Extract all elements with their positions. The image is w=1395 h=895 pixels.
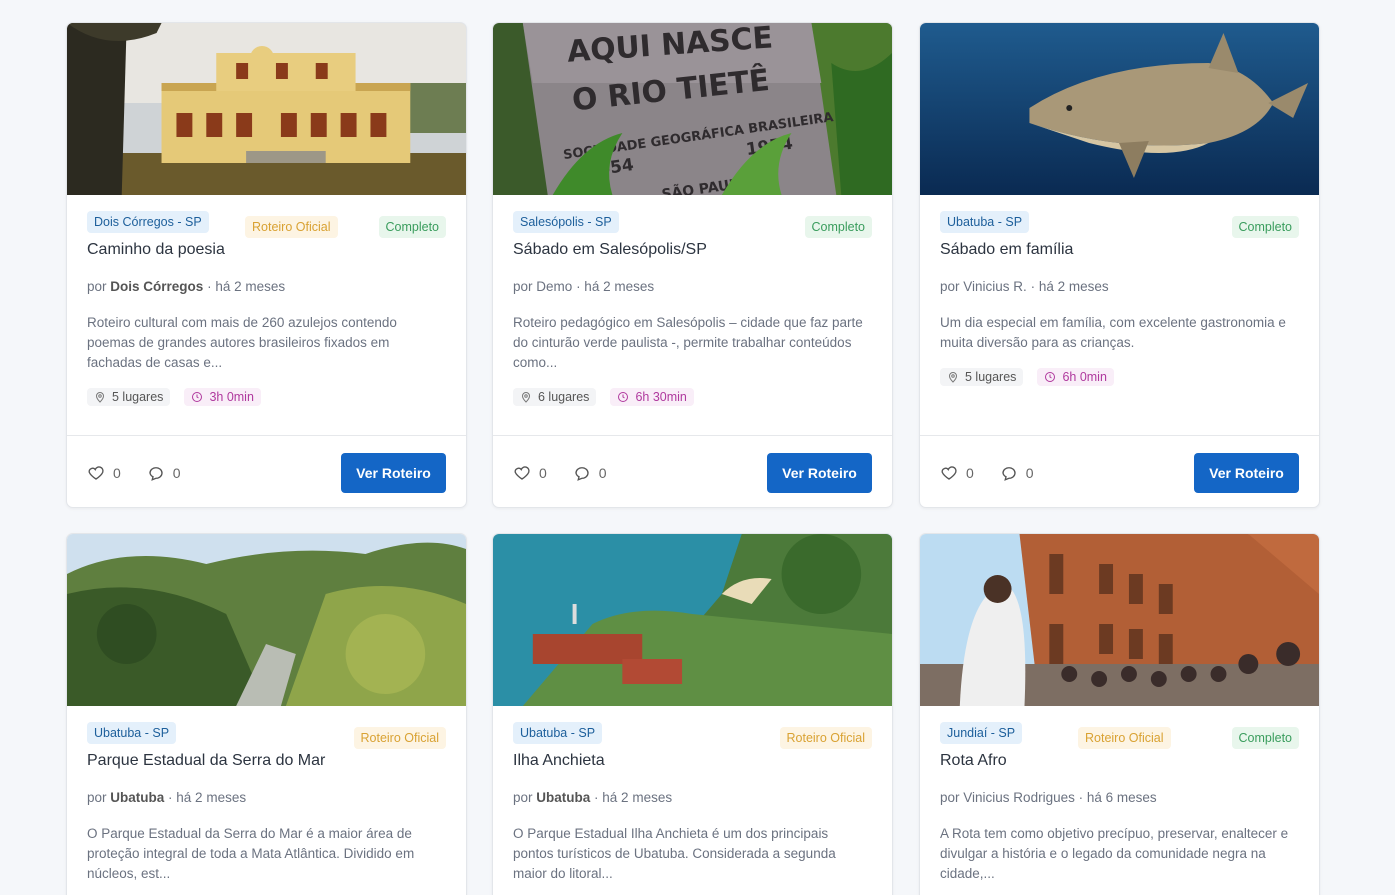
route-card[interactable]: AQUI NASCE O RIO TIETÊ SOCIEDADE GEOGRÁF… xyxy=(492,22,893,508)
heart-icon[interactable] xyxy=(87,464,105,482)
map-pin-icon xyxy=(948,372,958,383)
route-title[interactable]: Parque Estadual da Serra do Mar xyxy=(87,752,446,778)
author-prefix: por xyxy=(940,279,960,294)
comment-icon[interactable] xyxy=(147,464,165,482)
route-image[interactable] xyxy=(493,534,892,706)
route-description: Roteiro cultural com mais de 260 azulejo… xyxy=(87,315,397,370)
route-card[interactable]: Dois Córregos - SP Roteiro Oficial Compl… xyxy=(66,22,467,508)
comment-icon[interactable] xyxy=(1000,464,1018,482)
heart-icon[interactable] xyxy=(940,464,958,482)
route-title[interactable]: Sábado em Salesópolis/SP xyxy=(513,241,872,267)
route-card[interactable]: Ubatuba - SP Completo Sábado em família … xyxy=(919,22,1320,508)
official-badge: Roteiro Oficial xyxy=(1078,727,1171,749)
map-pin-icon xyxy=(95,392,105,403)
author-prefix: por xyxy=(940,790,960,805)
like-count: 0 xyxy=(539,464,547,481)
duration-value: 3h 0min xyxy=(209,390,254,404)
route-description: O Parque Estadual da Serra do Mar é a ma… xyxy=(87,826,415,881)
duration-chip: 6h 0min xyxy=(1037,368,1114,386)
complete-badge: Completo xyxy=(378,216,446,238)
clock-icon xyxy=(192,392,203,402)
route-image[interactable]: AQUI NASCE O RIO TIETÊ SOCIEDADE GEOGRÁF… xyxy=(493,23,892,195)
route-title[interactable]: Caminho da poesia xyxy=(87,241,446,267)
author-prefix: por xyxy=(513,279,533,294)
route-description: O Parque Estadual Ilha Anchieta é um dos… xyxy=(513,826,836,881)
clock-icon xyxy=(618,392,629,402)
duration-value: 6h 30min xyxy=(635,390,687,404)
author-name[interactable]: Dois Córregos xyxy=(110,279,203,294)
comment-count: 0 xyxy=(598,464,607,481)
route-age: · há 2 meses xyxy=(594,790,673,805)
heart-icon[interactable] xyxy=(513,464,531,482)
route-author: por Ubatuba · há 2 meses xyxy=(87,790,446,812)
location-badge: Ubatuba - SP xyxy=(87,722,177,744)
route-card[interactable]: Ubatuba - SP Roteiro Oficial Parque Esta… xyxy=(66,533,467,895)
author-prefix: por xyxy=(87,790,107,805)
route-age: · há 2 meses xyxy=(168,790,247,805)
route-age: · há 2 meses xyxy=(576,279,655,294)
author-prefix: por xyxy=(513,790,533,805)
location-badge: Ubatuba - SP xyxy=(513,722,603,744)
view-route-button[interactable]: Ver Roteiro xyxy=(341,452,446,493)
route-card[interactable]: Jundiaí - SP Roteiro Oficial Completo Ro… xyxy=(919,533,1320,895)
route-image[interactable] xyxy=(67,23,466,195)
route-title[interactable]: Rota Afro xyxy=(940,752,1299,778)
route-age: · há 2 meses xyxy=(207,279,286,294)
comment-count: 0 xyxy=(172,464,181,481)
route-author: por Ubatuba · há 2 meses xyxy=(513,790,872,812)
route-age: · há 6 meses xyxy=(1078,790,1157,805)
route-image[interactable] xyxy=(920,23,1319,195)
map-pin-icon xyxy=(521,392,531,403)
route-description: Um dia especial em família, com excelent… xyxy=(940,315,1286,350)
route-author: por Vinicius R. · há 2 meses xyxy=(940,279,1299,301)
clock-icon xyxy=(1045,372,1056,382)
route-card[interactable]: Ubatuba - SP Roteiro Oficial Ilha Anchie… xyxy=(492,533,893,895)
author-prefix: por xyxy=(87,279,107,294)
route-author: por Vinicius Rodrigues · há 6 meses xyxy=(940,790,1299,812)
location-badge: Salesópolis - SP xyxy=(513,211,619,233)
complete-badge: Completo xyxy=(1231,727,1299,749)
view-route-button[interactable]: Ver Roteiro xyxy=(1194,452,1299,493)
route-author: por Demo · há 2 meses xyxy=(513,279,872,301)
location-badge: Jundiaí - SP xyxy=(940,722,1023,744)
location-badge: Dois Córregos - SP xyxy=(87,211,209,233)
official-badge: Roteiro Oficial xyxy=(353,727,446,749)
comment-count: 0 xyxy=(1025,464,1034,481)
official-badge: Roteiro Oficial xyxy=(779,727,872,749)
route-age: · há 2 meses xyxy=(1030,279,1109,294)
route-image[interactable] xyxy=(67,534,466,706)
duration-value: 6h 0min xyxy=(1062,370,1107,384)
route-image[interactable] xyxy=(920,534,1319,706)
author-name[interactable]: Ubatuba xyxy=(110,790,164,805)
route-title[interactable]: Sábado em família xyxy=(940,241,1299,267)
places-count: 5 lugares xyxy=(112,390,164,404)
route-title[interactable]: Ilha Anchieta xyxy=(513,752,872,778)
comment-icon[interactable] xyxy=(573,464,591,482)
duration-chip: 6h 30min xyxy=(610,388,694,406)
route-author: por Dois Córregos · há 2 meses xyxy=(87,279,446,301)
places-chip: 6 lugares xyxy=(513,388,597,406)
places-chip: 5 lugares xyxy=(87,388,171,406)
route-description: Roteiro pedagógico em Salesópolis – cida… xyxy=(513,315,863,370)
like-count: 0 xyxy=(113,464,121,481)
author-name[interactable]: Vinicius R. xyxy=(963,279,1027,294)
author-name[interactable]: Demo xyxy=(536,279,572,294)
route-description: A Rota tem como objetivo precípuo, prese… xyxy=(940,826,1289,881)
complete-badge: Completo xyxy=(1231,216,1299,238)
author-name[interactable]: Vinicius Rodrigues xyxy=(963,790,1075,805)
like-count: 0 xyxy=(966,464,974,481)
places-count: 6 lugares xyxy=(538,390,590,404)
duration-chip: 3h 0min xyxy=(184,388,261,406)
complete-badge: Completo xyxy=(804,216,872,238)
places-count: 5 lugares xyxy=(965,370,1017,384)
official-badge: Roteiro Oficial xyxy=(245,216,338,238)
view-route-button[interactable]: Ver Roteiro xyxy=(767,452,872,493)
author-name[interactable]: Ubatuba xyxy=(536,790,590,805)
places-chip: 5 lugares xyxy=(940,368,1024,386)
location-badge: Ubatuba - SP xyxy=(940,211,1030,233)
